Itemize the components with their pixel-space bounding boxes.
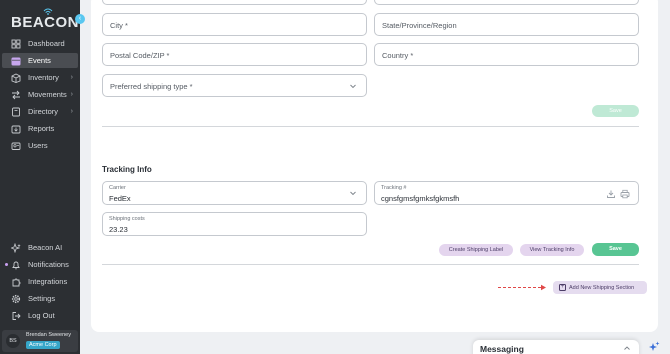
sparkle-icon[interactable] xyxy=(648,341,660,353)
save-tracking-button[interactable]: Save xyxy=(592,243,639,256)
sidebar-item-reports[interactable]: Reports xyxy=(2,121,78,136)
section-divider xyxy=(102,126,639,127)
chevron-down-icon xyxy=(350,191,356,196)
save-address-button[interactable]: Save xyxy=(592,105,639,117)
collapse-sidebar-button[interactable]: ‹ xyxy=(75,14,85,24)
book-icon xyxy=(10,106,22,118)
logo-text: BEACON xyxy=(11,14,80,31)
carrier-select[interactable]: Carrier FedEx xyxy=(102,181,367,205)
country-field[interactable]: Country * xyxy=(374,43,639,66)
user-name: Brendan Sweeney xyxy=(26,332,71,338)
sidebar-item-label: Movements xyxy=(28,90,67,99)
chevron-right-icon: › xyxy=(70,74,73,81)
download-icon[interactable] xyxy=(606,189,616,199)
country-placeholder: Country * xyxy=(382,51,414,60)
sidebar-item-label: Events xyxy=(28,56,51,65)
sidebar-item-logout[interactable]: Log Out xyxy=(2,308,78,323)
sidebar-item-events[interactable]: Events xyxy=(2,53,78,68)
messaging-title: Messaging xyxy=(480,344,524,354)
state-field[interactable]: State/Province/Region xyxy=(374,13,639,36)
create-shipping-label-button[interactable]: Create Shipping Label xyxy=(439,244,513,256)
report-icon xyxy=(10,123,22,135)
notification-dot xyxy=(5,263,8,266)
add-section-label: Add New Shipping Section xyxy=(569,284,635,291)
sidebar-item-label: Users xyxy=(28,141,48,150)
shipping-type-select[interactable]: Preferred shipping type * xyxy=(102,74,367,97)
shipping-costs-value: 23.23 xyxy=(109,225,128,234)
shipping-type-placeholder: Preferred shipping type * xyxy=(110,82,193,91)
sidebar: BEACON Dashboard Events Inventory › Move… xyxy=(0,0,80,354)
tracking-info-title: Tracking Info xyxy=(102,165,152,174)
city-placeholder: City * xyxy=(110,21,128,30)
postal-code-field[interactable]: Postal Code/ZIP * xyxy=(102,43,367,66)
avatar: BS xyxy=(6,334,20,348)
sidebar-item-dashboard[interactable]: Dashboard xyxy=(2,36,78,51)
city-field[interactable]: City * xyxy=(102,13,367,36)
sidebar-item-label: Integrations xyxy=(28,277,68,286)
view-tracking-info-button[interactable]: View Tracking Info xyxy=(520,244,584,256)
logout-icon xyxy=(10,310,22,322)
chevron-right-icon: › xyxy=(70,108,73,115)
section-divider xyxy=(102,264,639,265)
box-icon xyxy=(10,72,22,84)
print-icon[interactable] xyxy=(620,189,630,199)
arrows-icon xyxy=(10,89,22,101)
users-icon xyxy=(10,140,22,152)
dashed-arrow-icon xyxy=(498,284,546,291)
postal-placeholder: Postal Code/ZIP * xyxy=(110,51,170,60)
sidebar-item-integrations[interactable]: Integrations xyxy=(2,274,78,289)
user-card[interactable]: BS Brendan Sweeney Acme Corp xyxy=(2,330,78,352)
carrier-value: FedEx xyxy=(109,194,131,203)
org-badge: Acme Corp xyxy=(26,341,60,349)
shipping-costs-field[interactable]: Shipping costs 23.23 xyxy=(102,212,367,236)
sidebar-item-label: Settings xyxy=(28,294,56,303)
sidebar-item-label: Beacon AI xyxy=(28,243,63,252)
address-line-2-field[interactable] xyxy=(374,0,639,5)
sidebar-item-label: Log Out xyxy=(28,311,55,320)
sidebar-item-label: Inventory xyxy=(28,73,59,82)
sidebar-item-label: Directory xyxy=(28,107,59,116)
chevron-down-icon xyxy=(350,84,356,88)
plus-icon: + xyxy=(559,284,566,291)
calendar-icon xyxy=(10,55,22,67)
sidebar-item-notifications[interactable]: Notifications xyxy=(2,257,78,272)
tracking-value: cgnsfgmsfgmksfgkmsfh xyxy=(381,194,460,203)
sidebar-item-label: Reports xyxy=(28,124,55,133)
ai-icon xyxy=(10,242,22,254)
address-line-field[interactable] xyxy=(102,0,367,5)
gear-icon xyxy=(10,293,22,305)
sidebar-item-beacon-ai[interactable]: Beacon AI xyxy=(2,240,78,255)
sidebar-item-users[interactable]: Users xyxy=(2,138,78,153)
tracking-label: Tracking # xyxy=(381,185,407,191)
shipping-costs-label: Shipping costs xyxy=(109,216,145,222)
add-shipping-section-button[interactable]: + Add New Shipping Section xyxy=(553,281,647,294)
signal-icon xyxy=(43,8,53,15)
sidebar-item-directory[interactable]: Directory › xyxy=(2,104,78,119)
sidebar-item-inventory[interactable]: Inventory › xyxy=(2,70,78,85)
chevron-right-icon: › xyxy=(70,91,73,98)
puzzle-icon xyxy=(10,276,22,288)
sidebar-item-movements[interactable]: Movements › xyxy=(2,87,78,102)
sidebar-item-label: Dashboard xyxy=(28,39,65,48)
sidebar-item-label: Notifications xyxy=(28,260,69,269)
carrier-label: Carrier xyxy=(109,185,126,191)
sidebar-item-settings[interactable]: Settings xyxy=(2,291,78,306)
logo[interactable]: BEACON xyxy=(11,8,79,34)
chevron-up-icon[interactable] xyxy=(623,344,631,352)
tracking-number-field[interactable]: Tracking # cgnsfgmsfgmksfgkmsfh xyxy=(374,181,639,205)
state-placeholder: State/Province/Region xyxy=(382,21,457,30)
messaging-panel[interactable]: Messaging xyxy=(473,340,639,354)
dashboard-icon xyxy=(10,38,22,50)
bell-icon xyxy=(10,259,22,271)
